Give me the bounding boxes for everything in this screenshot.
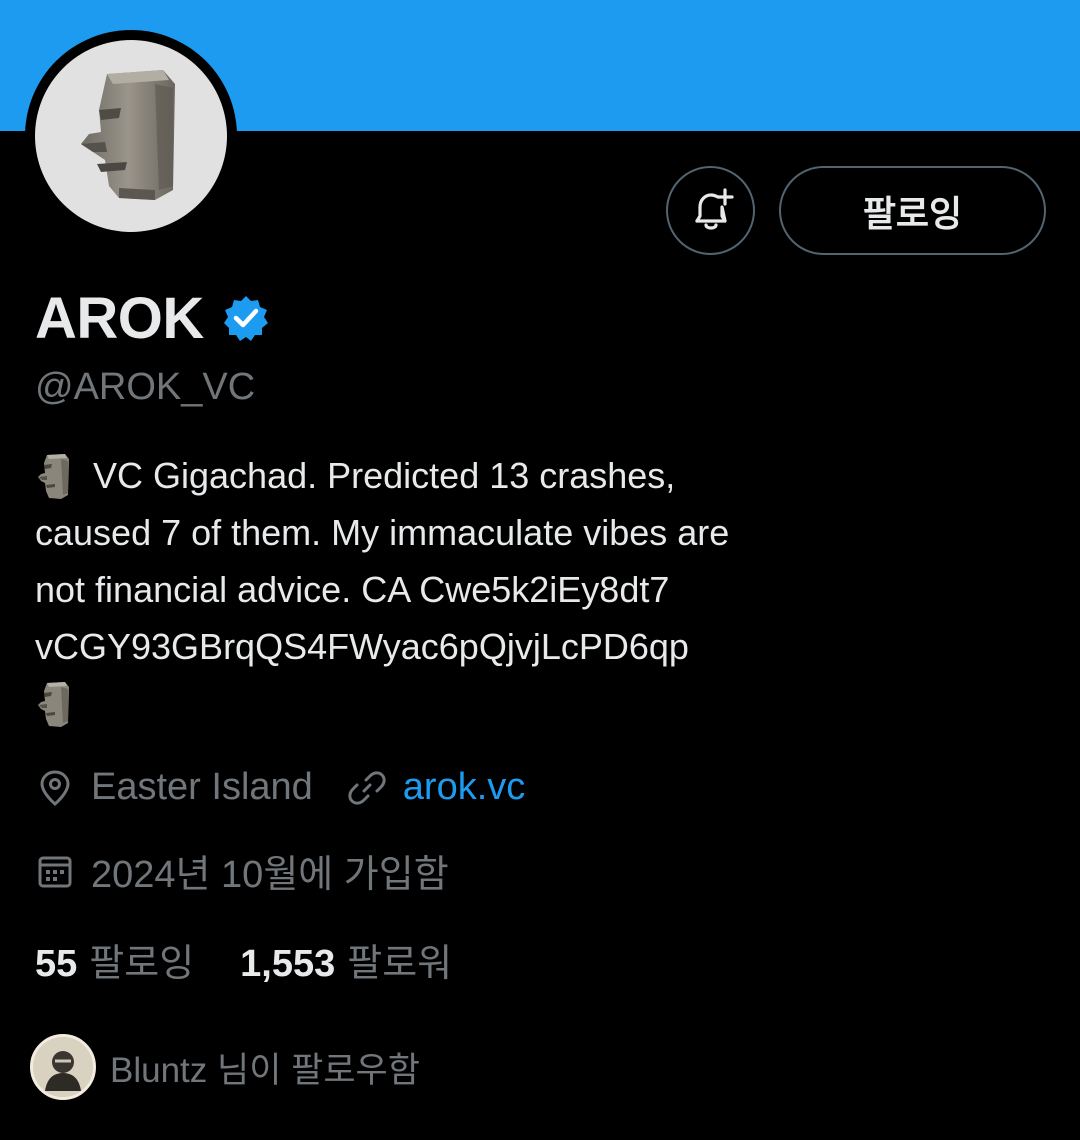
bio-text-line-1: VC Gigachad. Predicted 13 crashes,	[93, 455, 676, 496]
location-text: Easter Island	[91, 766, 313, 808]
followed-by-text: Bluntz 님이 팔로우함	[110, 1050, 420, 1090]
follower-avatar	[30, 1034, 96, 1100]
profile-meta-row: Easter Island arok.vc	[35, 766, 559, 809]
bio-line-4: vCGY93GBrqQS4FWyac6pQjvjLcPD6qp	[35, 618, 1045, 675]
verified-badge-icon[interactable]	[222, 294, 270, 342]
bio-text-line-3: not financial advice. CA Cwe5k2iEy8dt7	[35, 569, 670, 610]
joined-date: 2024년 10월에 가입함	[91, 854, 449, 896]
bell-plus-icon	[694, 187, 734, 230]
website-link[interactable]: arok.vc	[403, 766, 525, 809]
bio-line-2: caused 7 of them. My immaculate vibes ar…	[35, 504, 1045, 561]
notify-bell-button[interactable]	[666, 166, 755, 255]
following-count: 55	[35, 943, 78, 985]
follow-stats: 55 팔로잉 1,553 팔로워	[35, 932, 498, 987]
moai-emoji-icon	[38, 453, 69, 499]
profile-avatar[interactable]	[35, 40, 227, 232]
name-row: AROK	[35, 280, 270, 356]
bio-line-3: not financial advice. CA Cwe5k2iEy8dt7	[35, 561, 1045, 618]
followers-stat[interactable]: 1,553 팔로워	[240, 932, 452, 987]
followers-count: 1,553	[240, 943, 336, 985]
location-pin-icon	[40, 769, 70, 806]
location-item: Easter Island	[35, 766, 313, 809]
following-label: 팔로잉	[89, 943, 195, 985]
moai-emoji-icon	[38, 681, 69, 727]
joined-row: 2024년 10월에 가입함	[35, 843, 449, 898]
following-button[interactable]: 팔로잉	[779, 166, 1046, 255]
bio-text-line-4: vCGY93GBrqQS4FWyac6pQjvjLcPD6qp	[35, 626, 689, 667]
followed-by-row[interactable]: Bluntz 님이 팔로우함	[30, 1034, 420, 1100]
bio-text-line-2: caused 7 of them. My immaculate vibes ar…	[35, 512, 730, 553]
follower-avatar-icon	[33, 1037, 93, 1097]
bio-line-5	[35, 675, 1045, 732]
calendar-icon	[38, 856, 72, 887]
link-icon	[348, 770, 386, 805]
profile-bio: VC Gigachad. Predicted 13 crashes, cause…	[35, 447, 1045, 732]
followers-label: 팔로워	[347, 943, 453, 985]
following-stat[interactable]: 55 팔로잉	[35, 932, 194, 987]
display-name: AROK	[35, 285, 204, 351]
bio-line-1: VC Gigachad. Predicted 13 crashes,	[35, 447, 1045, 504]
user-handle: @AROK_VC	[35, 366, 256, 408]
moai-avatar-icon	[81, 70, 175, 200]
website-item[interactable]: arok.vc	[347, 766, 525, 809]
